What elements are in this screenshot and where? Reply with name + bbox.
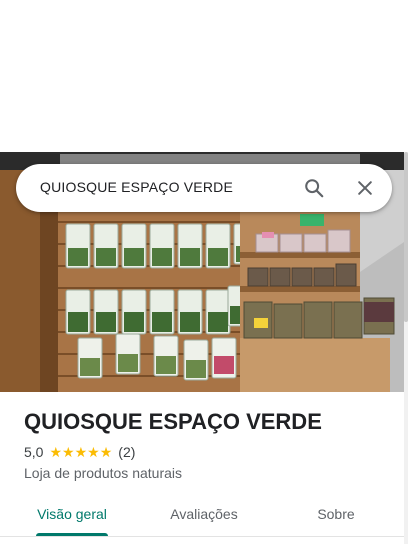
scrollbar-thumb[interactable]	[404, 152, 408, 322]
place-title: QUIOSQUE ESPAÇO VERDE	[24, 409, 322, 434]
star-icon: ★	[49, 444, 63, 460]
star-icon: ★	[99, 444, 113, 460]
search-input[interactable]: QUIOSQUE ESPAÇO VERDE	[40, 179, 233, 195]
close-icon	[358, 181, 372, 195]
place-tabs: Visão geral Avaliações Sobre	[0, 492, 404, 536]
search-button[interactable]	[300, 174, 328, 202]
tab-reviews[interactable]: Avaliações	[136, 492, 272, 536]
map-blank-area	[0, 0, 408, 152]
star-icon: ★	[87, 444, 100, 460]
tabs-divider	[0, 536, 404, 537]
star-icon: ★	[74, 444, 88, 460]
close-button[interactable]	[351, 174, 379, 202]
star-icon: ★	[62, 444, 75, 460]
search-box[interactable]: QUIOSQUE ESPAÇO VERDE	[16, 164, 392, 212]
search-icon	[305, 179, 324, 198]
review-count[interactable]: (2)	[118, 444, 135, 460]
tab-about[interactable]: Sobre	[272, 492, 400, 536]
tab-overview[interactable]: Visão geral	[0, 492, 144, 536]
rating-stars: ★ ★ ★ ★ ★	[49, 445, 112, 459]
rating-value: 5,0	[24, 444, 44, 460]
place-category[interactable]: Loja de produtos naturais	[24, 465, 182, 481]
rating-row[interactable]: 5,0 ★ ★ ★ ★ ★ (2)	[24, 444, 135, 460]
